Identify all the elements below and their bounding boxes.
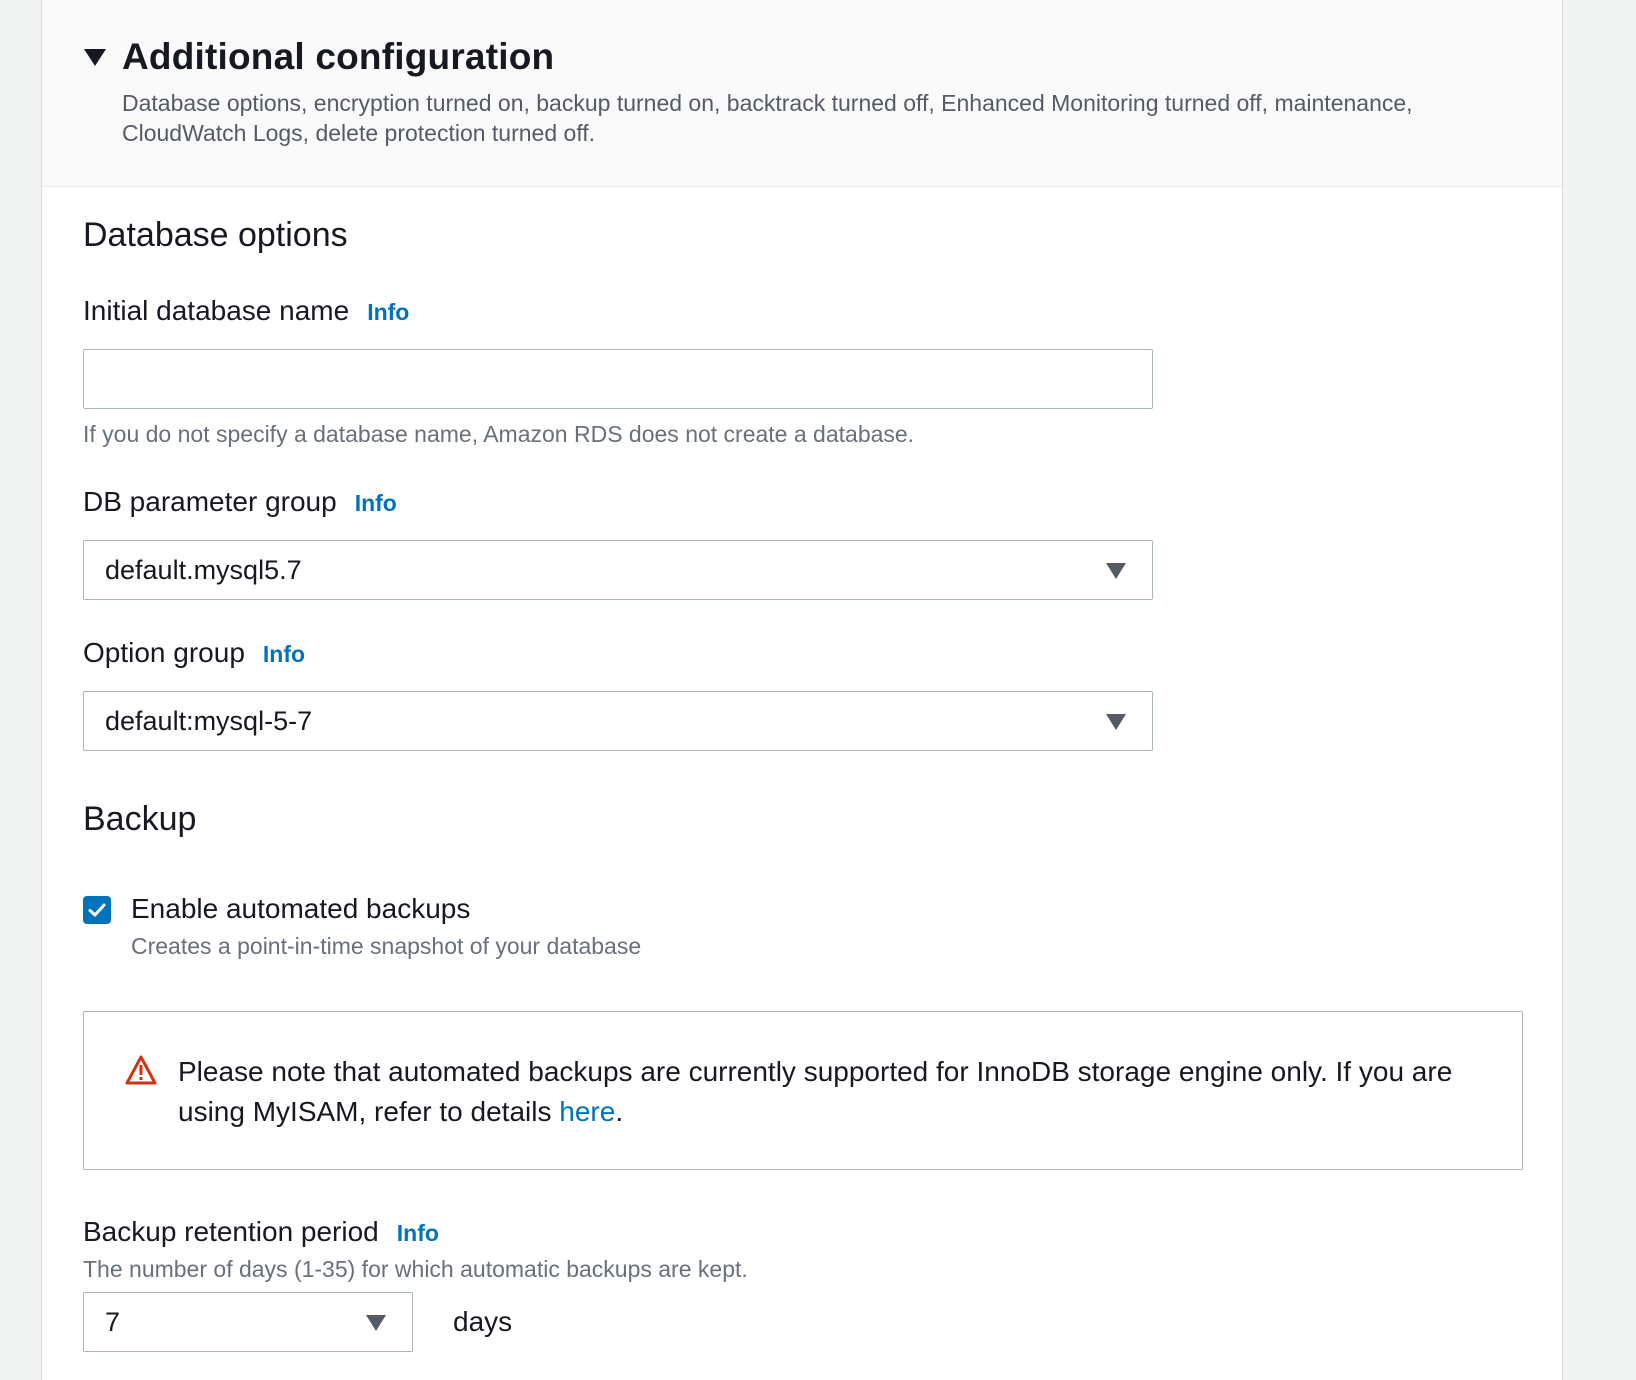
details-link[interactable]: here	[559, 1096, 615, 1127]
initial-db-name-hint: If you do not specify a database name, A…	[83, 421, 915, 447]
warning-message: Please note that automated backups are c…	[178, 1052, 1478, 1132]
additional-configuration-panel: Additional configuration Database option…	[41, 0, 1563, 1380]
backup-retention-info-link[interactable]: Info	[397, 1220, 439, 1246]
option-group-label-text: Option group	[83, 637, 245, 668]
retention-unit-label: days	[453, 1306, 513, 1337]
option-group-info-link[interactable]: Info	[263, 641, 305, 667]
enable-automated-backups-label[interactable]: Enable automated backups	[131, 893, 470, 925]
parameter-group-info-link[interactable]: Info	[355, 490, 397, 516]
dropdown-caret-icon	[1106, 563, 1126, 579]
initial-db-name-input[interactable]	[83, 349, 1153, 409]
database-options-heading: Database options	[83, 216, 348, 254]
additional-configuration-header[interactable]: Additional configuration Database option…	[42, 0, 1562, 187]
warning-message-text: Please note that automated backups are c…	[178, 1056, 1453, 1127]
warning-message-end: .	[615, 1096, 624, 1127]
enable-automated-backups-description: Creates a point-in-time snapshot of your…	[131, 933, 642, 959]
backup-retention-label: Backup retention period Info	[83, 1216, 439, 1248]
parameter-group-label-text: DB parameter group	[83, 486, 337, 517]
enable-automated-backups-checkbox[interactable]	[83, 896, 111, 924]
warning-icon	[125, 1055, 157, 1085]
dropdown-caret-icon	[1106, 714, 1126, 730]
parameter-group-label: DB parameter group Info	[83, 486, 397, 518]
backup-retention-value: 7	[105, 1307, 121, 1337]
innodb-warning-alert: Please note that automated backups are c…	[83, 1011, 1523, 1170]
checkmark-icon	[88, 903, 106, 917]
backup-retention-select[interactable]: 7	[83, 1292, 413, 1352]
option-group-value: default:mysql-5-7	[105, 706, 313, 736]
parameter-group-select[interactable]: default.mysql5.7	[83, 540, 1153, 600]
section-title: Additional configuration	[122, 36, 555, 77]
option-group-label: Option group Info	[83, 637, 305, 669]
section-description: Database options, encryption turned on, …	[122, 90, 1413, 146]
option-group-select[interactable]: default:mysql-5-7	[83, 691, 1153, 751]
initial-db-name-label: Initial database name Info	[83, 295, 409, 327]
initial-db-name-info-link[interactable]: Info	[367, 299, 409, 325]
parameter-group-value: default.mysql5.7	[105, 555, 302, 585]
dropdown-caret-icon	[366, 1315, 386, 1331]
backup-retention-label-text: Backup retention period	[83, 1216, 379, 1247]
backup-retention-description: The number of days (1-35) for which auto…	[83, 1256, 748, 1282]
backup-heading: Backup	[83, 800, 197, 838]
initial-db-name-label-text: Initial database name	[83, 295, 350, 326]
caret-down-icon[interactable]	[84, 49, 106, 66]
